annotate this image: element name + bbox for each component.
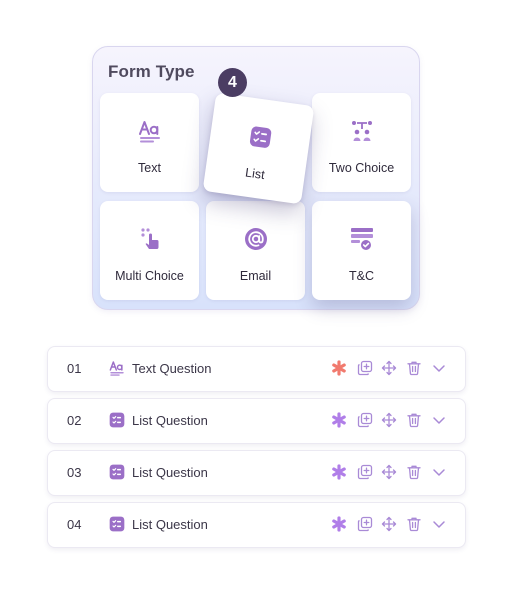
question-row[interactable]: 03 List Question — [47, 450, 466, 496]
delete-icon[interactable] — [406, 412, 422, 428]
delete-icon[interactable] — [406, 516, 422, 532]
two-choice-icon — [350, 118, 374, 144]
tile-terms[interactable]: T&C — [312, 201, 411, 300]
question-row[interactable]: 01 Text Question — [47, 346, 466, 392]
chevron-down-icon[interactable] — [431, 464, 447, 480]
panel-title: Form Type — [108, 62, 195, 81]
chevron-down-icon[interactable] — [431, 412, 447, 428]
delete-icon[interactable] — [406, 464, 422, 480]
list-icon — [109, 464, 125, 480]
question-row[interactable]: 04 List Question — [47, 502, 466, 548]
tile-label: T&C — [349, 269, 374, 283]
drag-order-badge: 4 — [218, 68, 247, 97]
tile-email[interactable]: Email — [206, 201, 305, 300]
text-format-icon — [109, 360, 125, 376]
question-row[interactable]: 02 List Question — [47, 398, 466, 444]
required-icon[interactable] — [331, 360, 347, 376]
required-icon[interactable] — [331, 412, 347, 428]
tile-label: Text — [138, 161, 161, 175]
tile-list[interactable]: List — [202, 92, 315, 205]
duplicate-icon[interactable] — [357, 516, 373, 532]
question-number: 03 — [67, 465, 82, 480]
question-label: Text Question — [132, 361, 212, 376]
tile-text[interactable]: Text — [100, 93, 199, 192]
form-type-panel: Form Type Text Two Choice Multi Choice E… — [92, 46, 420, 310]
tile-label: Two Choice — [328, 161, 395, 175]
multi-choice-icon — [138, 226, 162, 252]
question-number: 01 — [67, 361, 82, 376]
question-label: List Question — [132, 413, 208, 428]
terms-icon — [350, 226, 374, 252]
question-label: List Question — [132, 517, 208, 532]
chevron-down-icon[interactable] — [431, 360, 447, 376]
tile-label: List — [244, 165, 266, 183]
duplicate-icon[interactable] — [357, 464, 373, 480]
question-number: 04 — [67, 517, 82, 532]
tile-two-choice[interactable]: Two Choice — [312, 93, 411, 192]
text-format-icon — [138, 118, 162, 144]
required-icon[interactable] — [331, 464, 347, 480]
question-number: 02 — [67, 413, 82, 428]
move-icon[interactable] — [381, 412, 397, 428]
tile-label: Multi Choice — [115, 269, 184, 283]
delete-icon[interactable] — [406, 360, 422, 376]
at-sign-icon — [244, 226, 268, 252]
tile-label: Email — [239, 269, 272, 283]
question-label: List Question — [132, 465, 208, 480]
move-icon[interactable] — [381, 464, 397, 480]
move-icon[interactable] — [381, 360, 397, 376]
tile-multi-choice[interactable]: Multi Choice — [100, 201, 199, 300]
move-icon[interactable] — [381, 516, 397, 532]
list-icon — [109, 516, 125, 532]
duplicate-icon[interactable] — [357, 360, 373, 376]
list-icon — [109, 412, 125, 428]
list-icon — [246, 123, 273, 152]
required-icon[interactable] — [331, 516, 347, 532]
chevron-down-icon[interactable] — [431, 516, 447, 532]
duplicate-icon[interactable] — [357, 412, 373, 428]
